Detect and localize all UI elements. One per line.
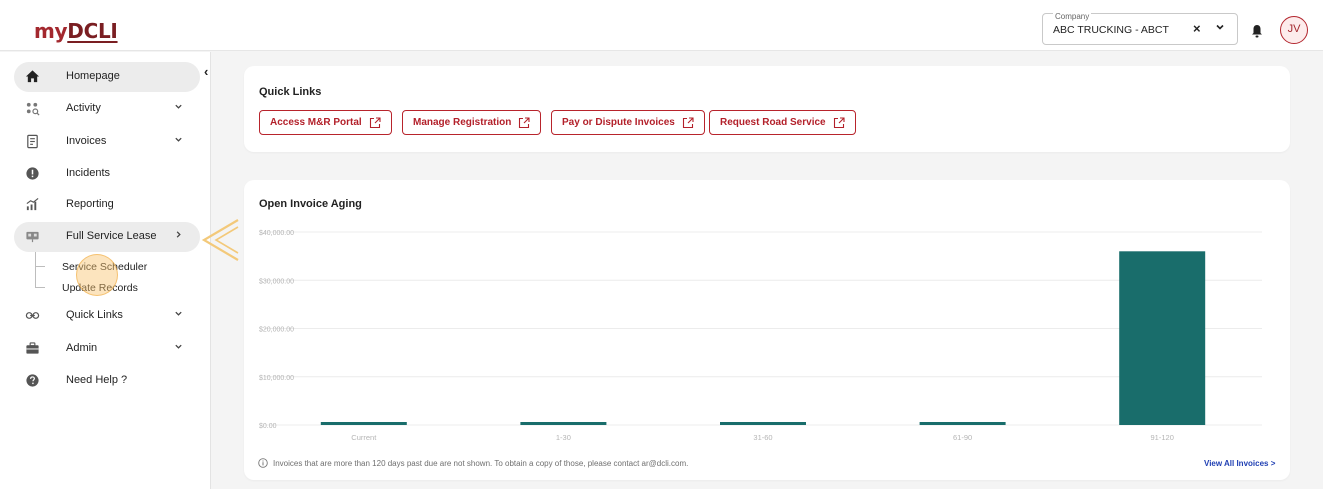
bell-icon[interactable] <box>1250 23 1264 39</box>
sidebar-item-label: Homepage <box>66 70 120 82</box>
link-icon <box>24 308 40 324</box>
sidebar-item-admin[interactable]: Admin <box>14 334 200 364</box>
x-tick-label: 61-90 <box>953 433 972 442</box>
guide-arrow-icon <box>201 219 239 261</box>
logo[interactable]: myDCLI <box>34 19 118 43</box>
sidebar-item-quick-links[interactable]: Quick Links <box>14 301 200 331</box>
company-select[interactable]: Company ABC TRUCKING - ABCT × <box>1042 12 1238 45</box>
submenu-tree-line <box>35 252 36 288</box>
sidebar-item-activity[interactable]: Activity <box>14 94 200 124</box>
sidebar-item-full-service-lease[interactable]: Full Service Lease <box>14 222 200 252</box>
collapse-sidebar-icon[interactable]: ‹ <box>204 64 208 79</box>
bar <box>320 422 407 425</box>
chevron-down-icon <box>174 309 183 321</box>
invoice-aging-chart: $0.00 $10,000.00 $20,000.00 $30,000.00 $40,0… <box>259 230 1262 442</box>
bar <box>1119 251 1206 425</box>
top-header: myDCLI Company ABC TRUCKING - ABCT × JV <box>0 9 1323 51</box>
chevron-down-icon <box>174 102 183 114</box>
sidebar-item-reporting[interactable]: Reporting <box>14 190 200 220</box>
x-tick-label: 91-120 <box>1151 433 1174 442</box>
chevron-right-icon <box>174 230 183 242</box>
home-icon <box>24 69 40 85</box>
manage-registration-button[interactable]: Manage Registration <box>402 110 542 135</box>
external-link-icon <box>833 116 845 128</box>
pay-dispute-invoices-button[interactable]: Pay or Dispute Invoices <box>551 110 705 135</box>
chevron-down-icon <box>174 135 183 147</box>
activity-icon <box>24 101 40 117</box>
company-label: Company <box>1053 12 1092 21</box>
footnote: Invoices that are more than 120 days pas… <box>258 458 688 468</box>
y-tick-label: $40,000.00 <box>259 230 294 237</box>
reporting-icon <box>24 197 40 213</box>
sidebar-item-incidents[interactable]: Incidents <box>14 159 200 189</box>
y-tick-label: $10,000.00 <box>259 375 294 382</box>
company-value: ABC TRUCKING - ABCT <box>1053 24 1169 36</box>
briefcase-icon <box>24 341 40 357</box>
alert-icon <box>24 166 40 182</box>
info-icon <box>258 458 268 468</box>
bar <box>919 422 1006 425</box>
sidebar-item-need-help[interactable]: Need Help ? <box>14 366 200 396</box>
sidebar-item-invoices[interactable]: Invoices <box>14 127 200 157</box>
help-icon <box>24 373 40 389</box>
bar <box>720 422 806 425</box>
x-tick-label: Current <box>351 433 377 442</box>
avatar[interactable]: JV <box>1280 16 1308 44</box>
sidebar-item-label: Quick Links <box>66 309 123 321</box>
y-tick-label: $30,000.00 <box>259 278 294 285</box>
external-link-icon <box>682 116 694 128</box>
lease-icon <box>24 229 40 245</box>
sidebar-item-label: Admin <box>66 342 98 354</box>
clear-icon[interactable]: × <box>1193 21 1201 36</box>
y-tick-label: $20,000.00 <box>259 327 294 334</box>
invoice-icon <box>24 134 40 150</box>
quick-links-title: Quick Links <box>259 86 322 98</box>
sidebar-item-label: Invoices <box>66 135 107 147</box>
bar <box>520 422 607 425</box>
external-link-icon <box>519 116 530 128</box>
chevron-down-icon <box>174 342 183 354</box>
x-tick-label: 31-60 <box>753 433 772 442</box>
sidebar-item-homepage[interactable]: Homepage <box>14 62 200 92</box>
submenu-branch <box>35 287 45 288</box>
top-strip <box>0 0 1323 9</box>
external-link-icon <box>369 116 381 128</box>
quick-links-card <box>244 66 1290 152</box>
invoice-aging-title: Open Invoice Aging <box>259 198 362 210</box>
access-mr-portal-button[interactable]: Access M&R Portal <box>259 110 392 135</box>
x-tick-label: 1-30 <box>556 433 571 442</box>
sidebar-item-label: Reporting <box>66 198 114 210</box>
click-indicator <box>76 254 118 296</box>
request-road-service-button[interactable]: Request Road Service <box>709 110 856 135</box>
submenu-branch <box>35 266 45 267</box>
view-all-invoices-link[interactable]: View All Invoices > <box>1204 459 1275 468</box>
sidebar-item-label: Activity <box>66 102 101 114</box>
sidebar-item-label: Need Help ? <box>66 374 128 386</box>
y-tick-label: $0.00 <box>259 423 277 430</box>
sidebar-item-label: Full Service Lease <box>66 230 157 242</box>
chevron-down-icon[interactable] <box>1215 22 1225 35</box>
sidebar-item-label: Incidents <box>66 167 111 179</box>
